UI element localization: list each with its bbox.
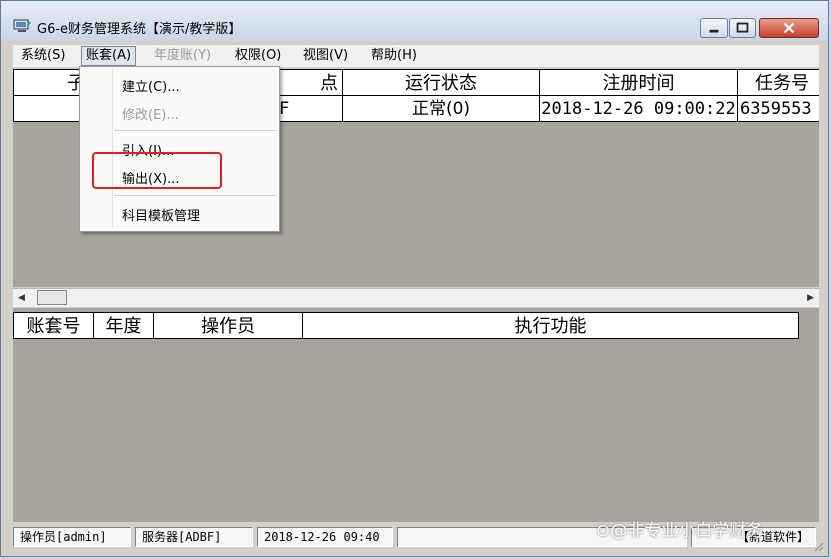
close-button[interactable] xyxy=(759,18,819,38)
table-cell[interactable]: 正常(0) xyxy=(342,96,540,122)
menu-item-template-management[interactable]: 科目模板管理 xyxy=(122,205,200,224)
status-datetime: 2018-12-26 09:40 xyxy=(257,527,393,547)
menu-account-set[interactable]: 账套(A) xyxy=(81,46,137,66)
menu-item-create[interactable]: 建立(C)... xyxy=(122,76,180,95)
scroll-left-arrow-icon[interactable]: ◀ xyxy=(18,293,25,303)
status-server: 服务器[ADBF] xyxy=(135,527,253,547)
column-header[interactable]: 操作员 xyxy=(153,312,303,339)
menu-bar: 系统(S) 账套(A) 年度账(Y) 权限(O) 视图(V) 帮助(H) xyxy=(13,45,819,67)
close-icon xyxy=(783,22,795,34)
menu-separator xyxy=(114,195,276,196)
watermark-text: ⊙@非专业小白学财务 xyxy=(596,521,764,541)
table-cell[interactable]: 2018-12-26 09:00:22 xyxy=(539,96,738,122)
menu-view[interactable]: 视图(V) xyxy=(299,47,352,65)
column-header[interactable]: 执行功能 xyxy=(302,312,799,339)
column-header[interactable]: 注册时间 xyxy=(539,69,738,96)
app-monitor-icon xyxy=(13,19,31,32)
table-cell[interactable]: 6359553 xyxy=(737,96,819,122)
window-title: G6-e财务管理系统【演示/教学版】 xyxy=(37,22,242,37)
maximize-icon xyxy=(736,22,749,33)
resize-grip-icon[interactable] xyxy=(812,540,824,552)
minimize-icon xyxy=(709,29,719,33)
export-highlight-annotation xyxy=(92,152,222,189)
menu-help[interactable]: 帮助(H) xyxy=(367,47,421,65)
column-header[interactable]: 年度 xyxy=(93,312,154,339)
minimize-button[interactable] xyxy=(700,18,728,38)
operation-log-table: 账套号 年度 操作员 执行功能 xyxy=(13,308,819,522)
column-header[interactable]: 运行状态 xyxy=(342,69,540,96)
account-set-dropdown-menu: 建立(C)... 修改(E)... 引入(I)... 输出(X)... 科目模板… xyxy=(79,66,280,232)
horizontal-scrollbar[interactable]: ◀ ▶ xyxy=(13,288,819,307)
title-bar[interactable]: G6-e财务管理系统【演示/教学版】 xyxy=(1,1,828,41)
status-operator: 操作员[admin] xyxy=(13,527,131,547)
scroll-right-arrow-icon[interactable]: ▶ xyxy=(807,293,814,303)
column-header[interactable]: 账套号 xyxy=(13,312,94,339)
menu-item-modify[interactable]: 修改(E)... xyxy=(122,104,179,123)
menu-separator xyxy=(114,130,276,131)
menu-permissions[interactable]: 权限(O) xyxy=(231,47,285,65)
menu-fiscal-year[interactable]: 年度账(Y) xyxy=(150,47,215,65)
scroll-thumb[interactable] xyxy=(37,290,67,305)
menu-icon-gutter xyxy=(112,69,113,227)
menu-system[interactable]: 系统(S) xyxy=(17,47,69,65)
column-header[interactable]: 任务号 xyxy=(737,69,819,96)
maximize-button[interactable] xyxy=(729,18,756,38)
